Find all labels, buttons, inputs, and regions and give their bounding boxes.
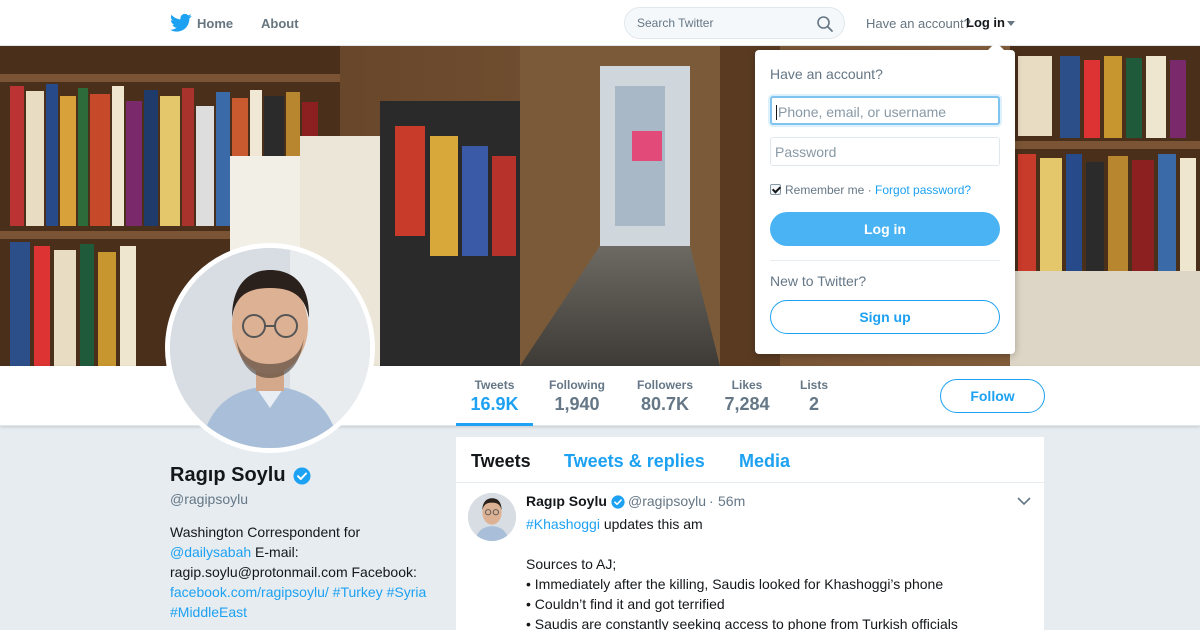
profile-bio: Washington Correspondent for @dailysabah… bbox=[170, 522, 440, 622]
nav-about-link[interactable]: About bbox=[261, 16, 299, 31]
tweet-timestamp[interactable]: 56m bbox=[718, 493, 745, 509]
bio-hashtag-syria[interactable]: #Syria bbox=[387, 584, 427, 600]
tweet-avatar[interactable] bbox=[468, 493, 516, 541]
dropdown-title: Have an account? bbox=[770, 66, 883, 82]
tweet-hashtag-khashoggi[interactable]: #Khashoggi bbox=[526, 516, 600, 532]
stat-value: 1,940 bbox=[554, 394, 600, 414]
remember-me-label[interactable]: Remember me bbox=[785, 183, 864, 197]
verified-badge-icon bbox=[293, 467, 311, 485]
chevron-down-icon[interactable] bbox=[1017, 496, 1031, 506]
login-dropdown: Have an account? Phone, email, or userna… bbox=[755, 50, 1015, 354]
stat-label: Tweets bbox=[474, 378, 515, 392]
tweet-line: • Saudis are constantly seeking access t… bbox=[526, 616, 958, 630]
login-button[interactable]: Log in bbox=[770, 212, 1000, 246]
password-placeholder: Password bbox=[775, 144, 837, 160]
dropdown-caret bbox=[987, 42, 1005, 51]
profile-handle[interactable]: @ragipsoylu bbox=[170, 491, 248, 507]
bio-link-facebook[interactable]: facebook.com/ragipsoylu/ bbox=[170, 584, 329, 600]
search-box[interactable]: Search Twitter bbox=[624, 7, 845, 39]
stat-label: Following bbox=[549, 378, 605, 392]
tab-tweets[interactable]: Tweets bbox=[471, 451, 531, 472]
signup-button[interactable]: Sign up bbox=[770, 300, 1000, 334]
stat-label: Lists bbox=[799, 378, 828, 392]
login-link[interactable]: Log in bbox=[966, 15, 1005, 30]
search-icon[interactable] bbox=[816, 15, 834, 33]
stat-tweets[interactable]: Tweets 16.9K bbox=[456, 378, 533, 415]
stat-value: 7,284 bbox=[724, 394, 770, 414]
stat-lists[interactable]: Lists 2 bbox=[792, 378, 836, 415]
remember-row: Remember me · Forgot password? bbox=[770, 183, 971, 197]
tweet-avatar-image bbox=[468, 493, 516, 541]
tweet-line: • Immediately after the killing, Saudis … bbox=[526, 576, 944, 592]
stat-following[interactable]: Following 1,940 bbox=[540, 378, 614, 415]
nav-home-link[interactable]: Home bbox=[197, 16, 233, 31]
bio-hashtag-turkey[interactable]: #Turkey bbox=[333, 584, 383, 600]
tweet-text: #Khashoggi updates this am Sources to AJ… bbox=[526, 514, 1036, 630]
profile-avatar[interactable] bbox=[165, 243, 375, 453]
forgot-password-link[interactable]: Forgot password? bbox=[875, 183, 971, 197]
stat-label: Likes bbox=[731, 378, 763, 392]
bio-text: Washington Correspondent for bbox=[170, 524, 361, 540]
timeline-tabs: Tweets Tweets & replies Media bbox=[456, 437, 1044, 483]
timeline: Tweets Tweets & replies Media Ragıp Soyl… bbox=[456, 437, 1044, 630]
search-input[interactable]: Search Twitter bbox=[637, 16, 713, 30]
twitter-bird-icon[interactable] bbox=[170, 13, 192, 33]
stat-value: 16.9K bbox=[470, 394, 519, 414]
username-input[interactable]: Phone, email, or username bbox=[770, 96, 1000, 125]
tweet-line: • Couldn’t find it and got terrified bbox=[526, 596, 725, 612]
tweet-line-text: updates this am bbox=[599, 516, 703, 532]
stat-likes[interactable]: Likes 7,284 bbox=[716, 378, 778, 415]
remember-separator: · bbox=[864, 183, 876, 197]
stat-followers[interactable]: Followers 80.7K bbox=[628, 378, 702, 415]
follow-button[interactable]: Follow bbox=[940, 379, 1045, 413]
caret-down-icon[interactable] bbox=[1007, 21, 1015, 26]
bio-hashtag-middleeast[interactable]: #MiddleEast bbox=[170, 604, 247, 620]
tweet-separator: · bbox=[709, 493, 714, 509]
stat-label: Followers bbox=[636, 378, 693, 392]
remember-me-checkbox[interactable] bbox=[770, 184, 781, 195]
bio-link-dailysabah[interactable]: @dailysabah bbox=[170, 544, 251, 560]
stat-value: 80.7K bbox=[640, 394, 690, 414]
password-input[interactable]: Password bbox=[770, 137, 1000, 166]
have-account-text: Have an account? bbox=[866, 16, 971, 31]
tweet-author-handle[interactable]: @ragipsoylu bbox=[628, 493, 706, 509]
tab-media[interactable]: Media bbox=[739, 451, 790, 472]
dropdown-divider bbox=[770, 260, 1000, 261]
verified-badge-icon bbox=[611, 495, 625, 509]
stat-value: 2 bbox=[808, 394, 819, 414]
tweet-author-name[interactable]: Ragıp Soylu bbox=[526, 493, 607, 509]
top-nav: Home About Search Twitter Have an accoun… bbox=[0, 0, 1200, 46]
active-stat-underline bbox=[456, 423, 533, 426]
profile-name: Ragıp Soylu bbox=[170, 464, 286, 486]
avatar-image bbox=[170, 248, 370, 448]
tweet-line: #Khashoggi updates this am bbox=[526, 514, 1036, 534]
username-placeholder: Phone, email, or username bbox=[778, 104, 947, 120]
tweet-line: Sources to AJ; bbox=[526, 556, 617, 572]
new-to-twitter-text: New to Twitter? bbox=[770, 273, 867, 289]
tab-tweets-and-replies[interactable]: Tweets & replies bbox=[564, 451, 705, 472]
